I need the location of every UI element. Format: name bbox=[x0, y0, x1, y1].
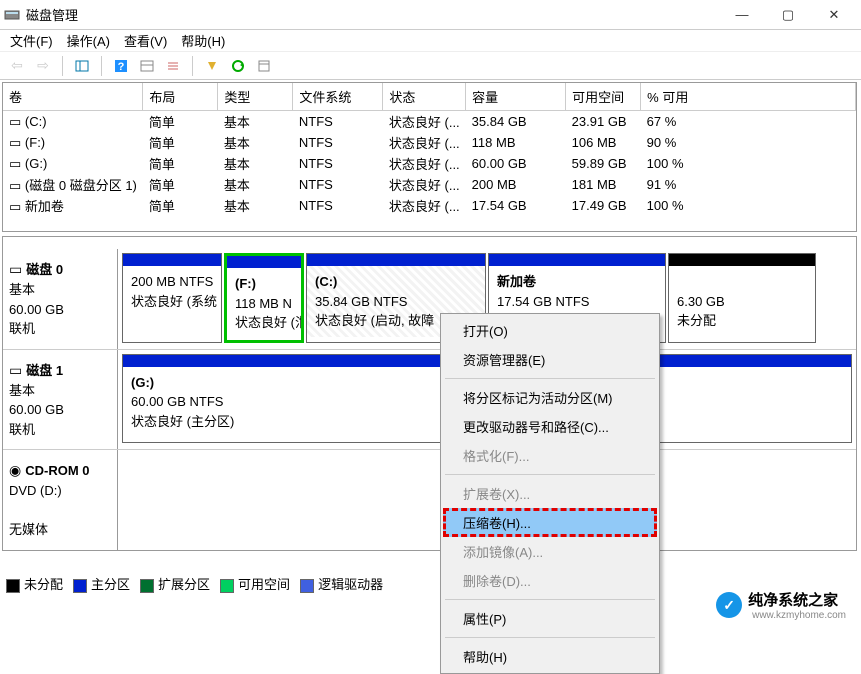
volume-row[interactable]: ▭ (F:)简单基本NTFS状态良好 (...118 MB106 MB90 % bbox=[3, 132, 856, 153]
disk-icon: ▭ bbox=[9, 362, 22, 378]
ctx-help[interactable]: 帮助(H) bbox=[443, 642, 657, 671]
volume-row[interactable]: ▭ (C:)简单基本NTFS状态良好 (...35.84 GB23.91 GB6… bbox=[3, 111, 856, 133]
menu-file[interactable]: 文件(F) bbox=[10, 31, 53, 50]
minimize-button[interactable]: — bbox=[719, 0, 765, 30]
col-fs[interactable]: 文件系统 bbox=[293, 83, 383, 111]
ctx-shrink[interactable]: 压缩卷(H)... bbox=[443, 508, 657, 537]
ctx-extend: 扩展卷(X)... bbox=[443, 479, 657, 508]
toolbar: ⇦ ⇨ ? bbox=[0, 52, 861, 80]
brand-url: www.kzmyhome.com bbox=[752, 610, 846, 621]
brand-icon: ✓ bbox=[716, 592, 742, 618]
disk-icon: ▭ bbox=[9, 261, 22, 277]
ctx-explorer[interactable]: 资源管理器(E) bbox=[443, 345, 657, 374]
partition-f[interactable]: (F:)118 MB N状态良好 (泔 bbox=[224, 253, 304, 343]
disk-info[interactable]: ◉CD-ROM 0 DVD (D:) 无媒体 bbox=[3, 450, 118, 550]
drive-icon: ▭ bbox=[9, 156, 21, 171]
refresh-icon-button[interactable] bbox=[227, 55, 249, 77]
app-icon bbox=[4, 7, 20, 23]
maximize-button[interactable]: ▢ bbox=[765, 0, 811, 30]
help-button[interactable]: ? bbox=[110, 55, 132, 77]
partition-unallocated[interactable]: 6.30 GB未分配 bbox=[668, 253, 816, 343]
view-options-button[interactable] bbox=[136, 55, 158, 77]
properties-button[interactable] bbox=[253, 55, 275, 77]
refresh-button[interactable] bbox=[201, 55, 223, 77]
svg-text:?: ? bbox=[118, 61, 125, 73]
disc-icon: ◉ bbox=[9, 462, 21, 478]
ctx-properties[interactable]: 属性(P) bbox=[443, 604, 657, 633]
drive-icon: ▭ bbox=[9, 135, 21, 150]
disk-row-0: ▭磁盘 0 基本 60.00 GB 联机 200 MB NTFS状态良好 (系统… bbox=[3, 249, 856, 350]
menu-action[interactable]: 操作(A) bbox=[67, 31, 110, 50]
volume-row[interactable]: ▭ (磁盘 0 磁盘分区 1)简单基本NTFS状态良好 (...200 MB18… bbox=[3, 174, 856, 195]
col-status[interactable]: 状态 bbox=[383, 83, 466, 111]
drive-icon: ▭ bbox=[9, 114, 21, 129]
disk-map: ▭磁盘 0 基本 60.00 GB 联机 200 MB NTFS状态良好 (系统… bbox=[2, 236, 857, 551]
col-free[interactable]: 可用空间 bbox=[566, 83, 641, 111]
disk-row-1: ▭磁盘 1 基本 60.00 GB 联机 (G:)60.00 GB NTFS状态… bbox=[3, 350, 856, 451]
list-button[interactable] bbox=[162, 55, 184, 77]
col-type[interactable]: 类型 bbox=[218, 83, 293, 111]
drive-icon: ▭ bbox=[9, 178, 21, 193]
ctx-format: 格式化(F)... bbox=[443, 441, 657, 470]
legend: 未分配 主分区 扩展分区 可用空间 逻辑驱动器 bbox=[6, 574, 383, 593]
brand-name: 纯净系统之家 bbox=[748, 592, 838, 609]
watermark: ✓ 纯净系统之家 www.kzmyhome.com bbox=[716, 589, 846, 621]
close-button[interactable]: ✕ bbox=[811, 0, 857, 30]
ctx-mark-active[interactable]: 将分区标记为活动分区(M) bbox=[443, 383, 657, 412]
col-pct[interactable]: % 可用 bbox=[641, 83, 856, 111]
window-title: 磁盘管理 bbox=[26, 5, 719, 24]
volume-row[interactable]: ▭ 新加卷简单基本NTFS状态良好 (...17.54 GB17.49 GB10… bbox=[3, 195, 856, 216]
col-capacity[interactable]: 容量 bbox=[466, 83, 566, 111]
menu-help[interactable]: 帮助(H) bbox=[181, 31, 225, 50]
col-volume[interactable]: 卷 bbox=[3, 83, 143, 111]
titlebar: 磁盘管理 — ▢ ✕ bbox=[0, 0, 861, 30]
disk-info[interactable]: ▭磁盘 0 基本 60.00 GB 联机 bbox=[3, 249, 118, 349]
ctx-add-mirror: 添加镜像(A)... bbox=[443, 537, 657, 566]
drive-icon: ▭ bbox=[9, 199, 21, 214]
disk-info[interactable]: ▭磁盘 1 基本 60.00 GB 联机 bbox=[3, 350, 118, 450]
cdrom-row: ◉CD-ROM 0 DVD (D:) 无媒体 bbox=[3, 450, 856, 550]
ctx-delete: 删除卷(D)... bbox=[443, 566, 657, 595]
ctx-change-drive[interactable]: 更改驱动器号和路径(C)... bbox=[443, 412, 657, 441]
back-button: ⇦ bbox=[6, 55, 28, 77]
volume-list: 卷 布局 类型 文件系统 状态 容量 可用空间 % 可用 ▭ (C:)简单基本N… bbox=[2, 82, 857, 232]
show-hide-button[interactable] bbox=[71, 55, 93, 77]
menu-view[interactable]: 查看(V) bbox=[124, 31, 167, 50]
volume-row[interactable]: ▭ (G:)简单基本NTFS状态良好 (...60.00 GB59.89 GB1… bbox=[3, 153, 856, 174]
col-layout[interactable]: 布局 bbox=[143, 83, 218, 111]
menubar: 文件(F) 操作(A) 查看(V) 帮助(H) bbox=[0, 30, 861, 52]
context-menu: 打开(O) 资源管理器(E) 将分区标记为活动分区(M) 更改驱动器号和路径(C… bbox=[440, 313, 660, 674]
ctx-open[interactable]: 打开(O) bbox=[443, 316, 657, 345]
forward-button: ⇨ bbox=[32, 55, 54, 77]
partition-200mb[interactable]: 200 MB NTFS状态良好 (系统 bbox=[122, 253, 222, 343]
